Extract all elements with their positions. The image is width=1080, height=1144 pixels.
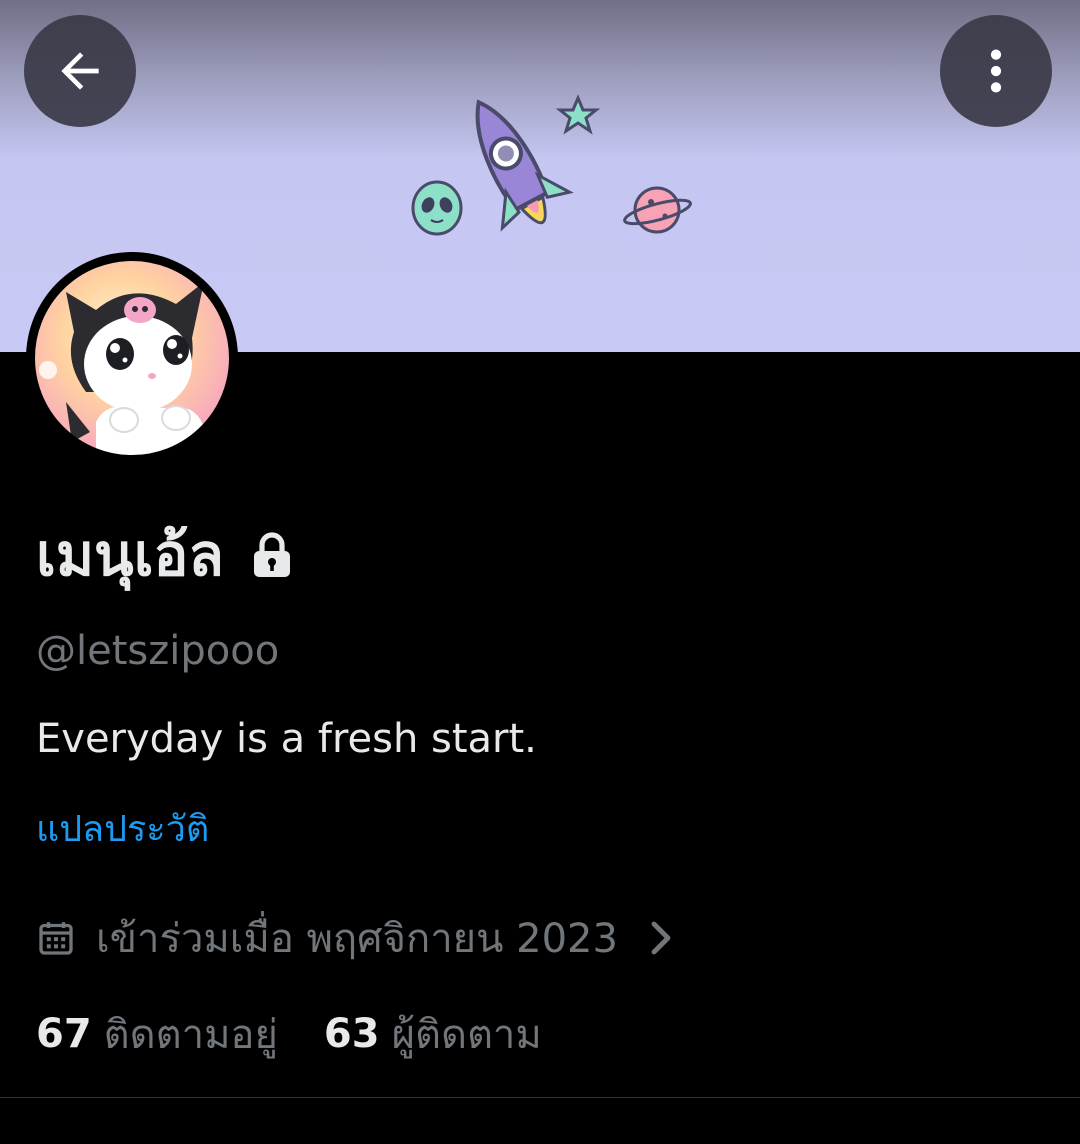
lock-icon <box>253 532 290 577</box>
user-handle: @letszipooo <box>36 628 280 674</box>
joined-date-text: เข้าร่วมเมื่อ พฤศจิกายน 2023 <box>96 916 618 962</box>
translate-bio-link[interactable]: แปลประวัติ <box>36 800 209 857</box>
more-options-button[interactable] <box>940 15 1052 127</box>
joined-date-row[interactable]: เข้าร่วมเมื่อ พฤศจิกายน 2023 <box>36 906 674 970</box>
followers-stat[interactable]: 63 ผู้ติดตาม <box>324 1002 542 1066</box>
profile-avatar[interactable] <box>26 252 238 464</box>
arrow-left-icon <box>61 52 99 90</box>
back-button[interactable] <box>24 15 136 127</box>
follow-stats: 67 ติดตามอยู่ 63 ผู้ติดตาม <box>36 1004 588 1064</box>
followers-count: 63 <box>323 1011 380 1057</box>
following-count: 67 <box>36 1011 92 1057</box>
section-divider <box>0 1097 1080 1098</box>
profile-name-row: เมนุเอ้ล <box>36 510 294 600</box>
followers-label: ผู้ติดตาม <box>391 1012 542 1058</box>
following-stat[interactable]: 67 ติดตามอยู่ <box>36 1002 278 1066</box>
following-label: ติดตามอยู่ <box>103 1012 278 1058</box>
calendar-icon <box>39 922 73 955</box>
space-illustration-icon <box>411 94 692 236</box>
profile-bio: Everyday is a fresh start. <box>36 716 537 762</box>
display-name: เมนุเอ้ล <box>36 521 224 589</box>
vertical-dots-icon <box>990 49 1002 93</box>
chevron-right-icon <box>651 921 671 955</box>
